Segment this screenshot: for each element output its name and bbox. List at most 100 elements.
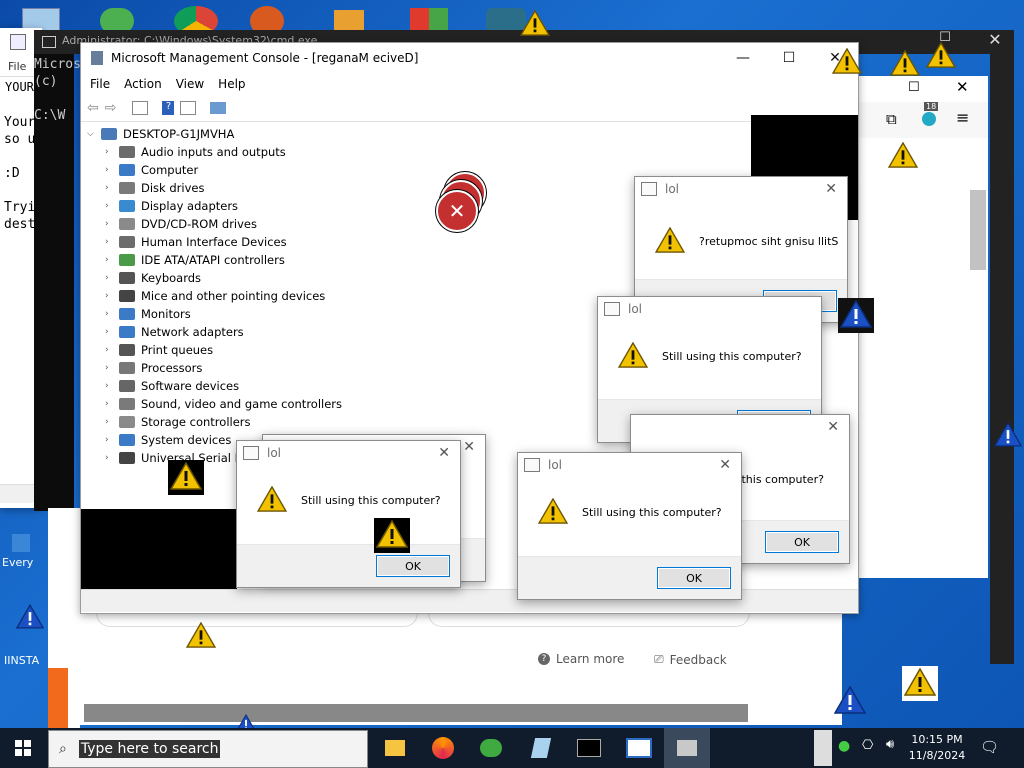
chevron-right-icon[interactable]: › (105, 435, 117, 445)
mmc-menubar: File Action View Help (81, 73, 858, 95)
user-tray-icon[interactable]: ● (838, 738, 850, 754)
ok-button[interactable]: OK (376, 555, 450, 577)
chevron-right-icon[interactable]: › (105, 417, 117, 427)
search-box[interactable]: ⌕ Type here to search (48, 730, 368, 768)
dialog-message: ?retupmoc siht gnisu llitS (699, 234, 839, 248)
cmd-close-button[interactable]: ✕ (980, 30, 1010, 54)
mmc-titlebar[interactable]: Microsoft Management Console - [reganaM … (81, 43, 858, 73)
desktop-icon-label: Every (2, 556, 34, 569)
chevron-right-icon[interactable]: › (105, 399, 117, 409)
tree-item-label: Audio inputs and outputs (141, 145, 286, 159)
dialog-close-button[interactable]: ✕ (825, 181, 837, 197)
network-icon[interactable]: ⎔ (862, 738, 873, 753)
clock-date: 11/8/2024 (908, 749, 966, 762)
every-shortcut-icon[interactable] (12, 534, 30, 552)
forward-arrow-icon[interactable]: ⇨ (105, 100, 117, 116)
menu-view[interactable]: View (176, 77, 204, 91)
device-category-icon (119, 380, 135, 392)
browser-hscrollbar[interactable] (84, 704, 748, 722)
extensions-icon[interactable]: ⧉ (886, 110, 897, 128)
view-icon[interactable] (180, 101, 197, 115)
mmc-taskbar-icon[interactable] (616, 728, 662, 768)
browser-close-button[interactable]: ✕ (956, 78, 969, 96)
menu-icon[interactable]: ≡ (956, 108, 969, 127)
chevron-right-icon[interactable]: › (105, 291, 117, 301)
notepad-taskbar-icon[interactable] (518, 728, 564, 768)
menu-action[interactable]: Action (124, 77, 162, 91)
chevron-down-icon[interactable]: ⌵ (87, 129, 99, 139)
text-line: dest (4, 217, 36, 232)
warning-icon (519, 9, 551, 39)
cmd-console[interactable]: Micros (c) C:\W (34, 54, 81, 511)
file-explorer-icon[interactable] (372, 728, 418, 768)
text-line: so u (4, 132, 36, 147)
users-taskbar-icon[interactable] (468, 728, 514, 768)
windows-logo-icon (15, 740, 31, 756)
clock[interactable]: 10:15 PM 11/8/2024 (906, 732, 968, 764)
volume-icon[interactable]: 🔊︎ (886, 737, 894, 752)
browser-scrollbar-thumb[interactable] (970, 190, 986, 270)
chevron-right-icon[interactable]: › (105, 147, 117, 157)
dialog-close-button[interactable]: ✕ (827, 419, 839, 435)
scan-hardware-icon[interactable] (210, 102, 227, 114)
tree-root[interactable]: ⌵ DESKTOP-G1JMVHA (87, 125, 757, 143)
back-arrow-icon[interactable]: ⇦ (87, 100, 99, 116)
ok-button[interactable]: OK (765, 531, 839, 553)
tree-item-label: IDE ATA/ATAPI controllers (141, 253, 285, 267)
notepad-icon (10, 34, 26, 50)
chevron-right-icon[interactable]: › (105, 363, 117, 373)
dialog-close-button[interactable]: ✕ (438, 445, 450, 461)
warning-icon (168, 460, 204, 495)
chevron-right-icon[interactable]: › (105, 309, 117, 319)
firefox-icon[interactable] (420, 728, 466, 768)
warning-icon (617, 341, 649, 371)
chevron-right-icon[interactable]: › (105, 201, 117, 211)
menu-file[interactable]: File (90, 77, 110, 91)
dialog-close-button[interactable]: ✕ (719, 457, 731, 473)
tree-item-label: Network adapters (141, 325, 244, 339)
properties-icon[interactable] (132, 101, 149, 115)
mmc-app-icon (91, 51, 103, 65)
chevron-right-icon[interactable]: › (105, 453, 117, 463)
cmd-scrollbar[interactable] (990, 54, 1014, 664)
learn-more-link[interactable]: ? Learn more (538, 652, 624, 666)
chevron-right-icon[interactable]: › (105, 219, 117, 229)
error-icon: ✕ (436, 190, 478, 232)
chevron-right-icon[interactable]: › (105, 345, 117, 355)
ok-button[interactable]: OK (657, 567, 731, 589)
browser-titlebar[interactable]: ☐ ✕ (858, 76, 988, 102)
profile-icon[interactable] (922, 112, 936, 126)
cmd-line: C:\W (34, 108, 66, 123)
chevron-right-icon[interactable]: › (105, 273, 117, 283)
chevron-right-icon[interactable]: › (105, 255, 117, 265)
error-icons-cluster: ✕ (434, 172, 490, 238)
start-button[interactable] (0, 728, 46, 768)
help-icon[interactable]: ? (162, 101, 175, 115)
chevron-right-icon[interactable]: › (105, 237, 117, 247)
dialog-lol[interactable]: lol ✕ Still using this computer? OK (517, 452, 742, 600)
taskbar-scroll[interactable] (814, 730, 832, 766)
tree-item[interactable]: › Audio inputs and outputs (87, 143, 757, 161)
device-category-icon (119, 272, 135, 284)
tree-item-label: Print queues (141, 343, 214, 357)
feedback-link[interactable]: ⎚ Feedback (654, 652, 727, 667)
browser-maximize-button[interactable]: ☐ (908, 80, 920, 95)
chevron-right-icon[interactable]: › (105, 183, 117, 193)
chevron-right-icon[interactable]: › (105, 381, 117, 391)
dialog-close-button[interactable]: ✕ (463, 439, 475, 455)
notepad-menu-file[interactable]: File (8, 60, 26, 73)
maximize-button[interactable]: ☐ (766, 43, 812, 73)
menu-help[interactable]: Help (218, 77, 245, 91)
notepad-text[interactable]: YOUR (5, 80, 34, 94)
dialog-lol[interactable]: lol ✕ Still using this computer? OK (236, 440, 461, 588)
chevron-right-icon[interactable]: › (105, 165, 117, 175)
tree-item-label: Display adapters (141, 199, 239, 213)
notifications-icon[interactable]: 🗨︎ (980, 738, 999, 756)
chevron-right-icon[interactable]: › (105, 327, 117, 337)
device-manager-taskbar-icon[interactable] (664, 728, 710, 768)
notepad-lines: Your so u :D Tryi dest (4, 114, 35, 233)
search-icon: ⌕ (59, 741, 67, 757)
minimize-button[interactable]: — (720, 43, 766, 73)
help-icon: ? (538, 653, 550, 665)
cmd-taskbar-icon[interactable] (566, 728, 612, 768)
